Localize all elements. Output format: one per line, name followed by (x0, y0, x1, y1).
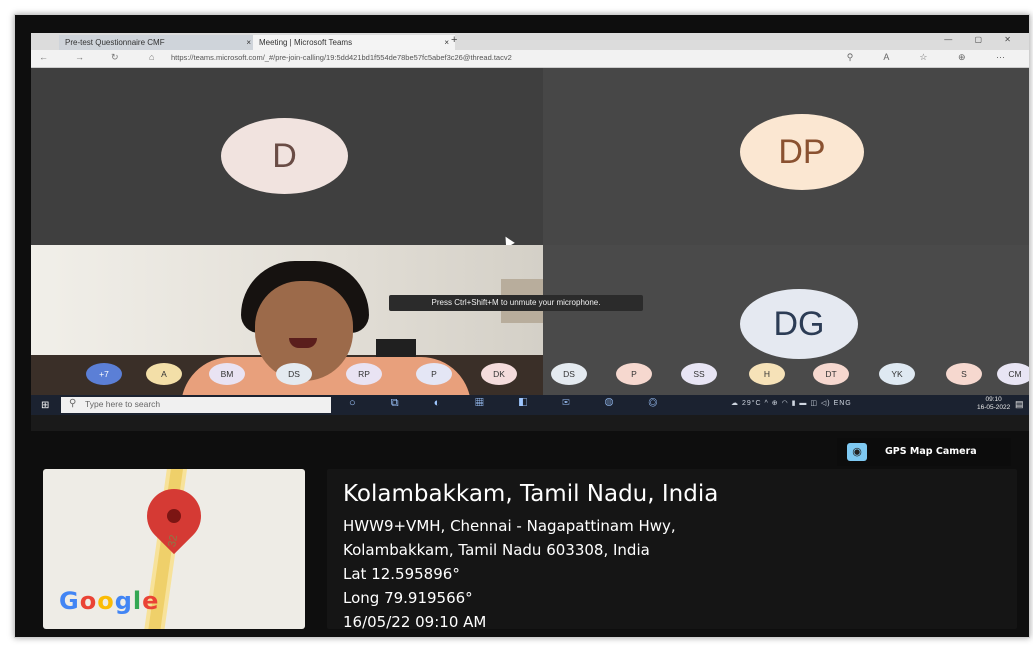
road-number: 32 (166, 533, 181, 549)
browser-tab-strip: Pre-test Questionnaire CMF × Meeting | M… (31, 33, 1029, 50)
camera-icon: ◉ (847, 443, 867, 461)
avatar: DP (740, 114, 864, 190)
participant-chip[interactable]: +7 (86, 363, 122, 385)
close-icon[interactable]: × (444, 35, 449, 50)
tab-label: Meeting | Microsoft Teams (259, 38, 353, 47)
tab-teams-meeting[interactable]: Meeting | Microsoft Teams × (253, 35, 455, 50)
participant-chip[interactable]: P (416, 363, 452, 385)
monitor-screen: Pre-test Questionnaire CMF × Meeting | M… (31, 33, 1029, 431)
search-placeholder: Type here to search (85, 399, 161, 409)
google-letter: e (142, 587, 160, 615)
map-pin-dot (167, 509, 181, 523)
participant-chip[interactable]: RP (346, 363, 382, 385)
new-tab-button[interactable]: + (451, 34, 457, 46)
location-map-thumbnail: 32 Google (43, 469, 305, 629)
participant-chip[interactable]: DS (551, 363, 587, 385)
gps-badge-label: GPS Map Camera (885, 446, 977, 457)
windows-taskbar: ⊞ ⚲ Type here to search ○ ⧉ ◐ ▦ ◧ ✉ ◍ ◎ … (31, 395, 1029, 415)
participant-chip[interactable]: SS (681, 363, 717, 385)
forward-icon[interactable]: → (75, 52, 84, 62)
clock-date: 16-05-2022 (977, 404, 1011, 411)
url-field[interactable]: https://teams.microsoft.com/_#/pre-join-… (171, 53, 512, 62)
participant-strip: +7 A BM DS RP P DK DS P SS H DT YK S CM (31, 363, 1029, 391)
avatar: DG (740, 289, 858, 359)
taskbar-clock[interactable]: 09:10 16-05-2022 (977, 396, 1010, 412)
participant-chip[interactable]: DS (276, 363, 312, 385)
participant-chip[interactable]: P (616, 363, 652, 385)
reload-icon[interactable]: ↻ (111, 52, 119, 63)
participant-chip[interactable]: A (146, 363, 182, 385)
timestamp: 16/05/22 09:10 AM (343, 613, 487, 631)
participant-chip[interactable]: H (749, 363, 785, 385)
google-letter: g (114, 587, 133, 615)
back-icon[interactable]: ← (39, 52, 48, 62)
google-logo: Google (59, 587, 159, 615)
address-line-1: HWW9+VMH, Chennai - Nagapattinam Hwy, (343, 517, 676, 535)
location-info-panel: Kolambakkam, Tamil Nadu, India HWW9+VMH,… (327, 469, 1017, 631)
participant-chip[interactable]: DK (481, 363, 517, 385)
windows-start-icon[interactable]: ⊞ (41, 400, 49, 411)
latitude: Lat 12.595896° (343, 565, 460, 583)
address-bar: ← → ↻ ⌂ https://teams.microsoft.com/_#/p… (31, 50, 1029, 68)
window-controls[interactable]: — ▢ ✕ (944, 35, 1021, 44)
longitude: Long 79.919566° (343, 589, 473, 607)
search-icon: ⚲ (69, 398, 77, 409)
video-tile-d[interactable]: D (31, 68, 543, 248)
address-bar-icons[interactable]: ⚲ A ☆ ⊕ ⋯ (847, 52, 1019, 63)
participant-chip[interactable]: BM (209, 363, 245, 385)
google-letter: G (59, 587, 80, 615)
tab-questionnaire[interactable]: Pre-test Questionnaire CMF × (59, 35, 257, 50)
taskbar-app-icons[interactable]: ○ ⧉ ◐ ▦ ◧ ✉ ◍ ◎ (349, 397, 673, 410)
gps-map-camera-badge: ◉ GPS Map Camera (837, 438, 1011, 466)
google-letter: o (79, 587, 98, 615)
unmute-hint-toast: Press Ctrl+Shift+M to unmute your microp… (389, 295, 643, 311)
video-tile-dp[interactable]: DP (543, 68, 1029, 245)
clock-time: 09:10 (985, 396, 1002, 403)
google-letter: l (132, 587, 143, 615)
notification-icon[interactable]: ▤ (1015, 399, 1024, 410)
location-city: Kolambakkam, Tamil Nadu, India (343, 481, 719, 507)
participant-chip[interactable]: DT (813, 363, 849, 385)
close-icon[interactable]: × (246, 35, 251, 50)
taskbar-search-input[interactable]: ⚲ Type here to search (61, 397, 331, 413)
participant-chip[interactable]: YK (879, 363, 915, 385)
system-tray[interactable]: ☁ 29°C ^ ⊕ ◠ ▮ ▬ ◫ ◁) ENG (731, 399, 852, 407)
address-line-2: Kolambakkam, Tamil Nadu 603308, India (343, 541, 650, 559)
home-icon[interactable]: ⌂ (149, 52, 154, 62)
participant-chip[interactable]: CM (997, 363, 1029, 385)
participant-chip[interactable]: S (946, 363, 982, 385)
avatar: D (221, 118, 348, 194)
tab-label: Pre-test Questionnaire CMF (65, 38, 165, 47)
google-letter: o (97, 587, 115, 615)
photo-frame: Pre-test Questionnaire CMF × Meeting | M… (14, 14, 1030, 638)
